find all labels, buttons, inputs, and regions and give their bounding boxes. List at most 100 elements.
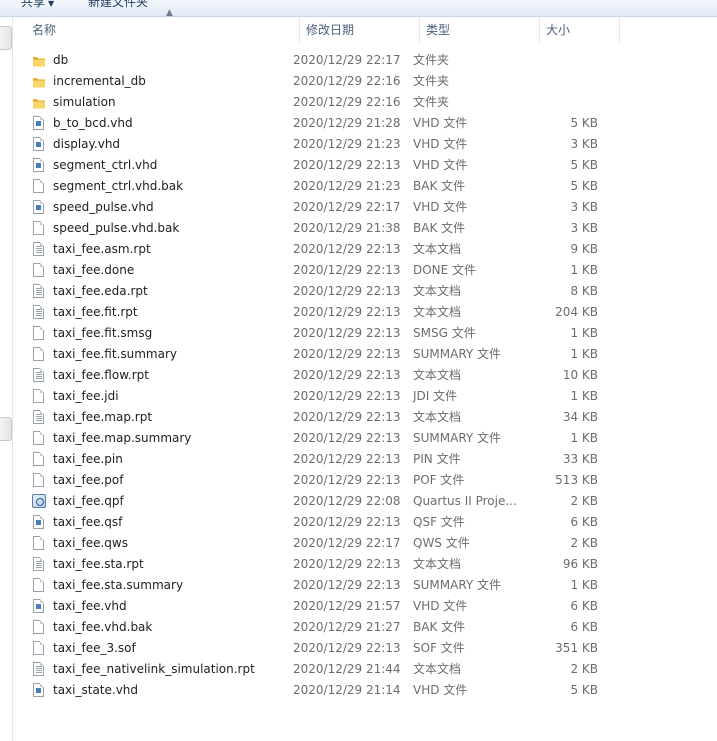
- file-size: 5 KB: [570, 116, 598, 130]
- nav-pane-scroll-handle[interactable]: [0, 26, 12, 50]
- file-row[interactable]: taxi_fee.vhd.bak 2020/12/29 21:27 BAK 文件 6 …: [28, 617, 608, 638]
- vhd-file-icon: [32, 116, 46, 132]
- column-header-size[interactable]: 大小: [540, 17, 620, 44]
- file-row[interactable]: taxi_fee.qsf 2020/12/29 22:13 QSF 文件 6 KB: [28, 512, 608, 533]
- file-name: incremental_db: [53, 74, 146, 88]
- file-row[interactable]: b_to_bcd.vhd 2020/12/29 21:28 VHD 文件 5 KB: [28, 113, 608, 134]
- file-modified-date: 2020/12/29 21:27: [293, 620, 401, 634]
- file-name: taxi_fee.fit.rpt: [53, 305, 138, 319]
- file-row[interactable]: taxi_state.vhd 2020/12/29 21:14 VHD 文件 5 KB: [28, 680, 608, 701]
- file-row[interactable]: taxi_fee.qpf 2020/12/29 22:08 Quartus II P…: [28, 491, 608, 512]
- file-size: 1 KB: [570, 389, 598, 403]
- text-file-icon: [32, 368, 46, 384]
- file-icon: [32, 347, 46, 363]
- file-row[interactable]: taxi_fee_3.sof 2020/12/29 22:13 SOF 文件 351 …: [28, 638, 608, 659]
- file-modified-date: 2020/12/29 21:57: [293, 599, 401, 613]
- column-header-type[interactable]: 类型: [420, 17, 540, 44]
- folder-icon: [32, 95, 46, 111]
- file-row[interactable]: taxi_fee.map.rpt 2020/12/29 22:13 文本文档 34 K…: [28, 407, 608, 428]
- folder-icon: [32, 53, 46, 69]
- quartus-project-icon: [32, 494, 46, 510]
- vhd-file-icon: [32, 158, 46, 174]
- file-type: BAK 文件: [413, 620, 466, 634]
- file-row[interactable]: taxi_fee.eda.rpt 2020/12/29 22:13 文本文档 8 KB: [28, 281, 608, 302]
- file-row[interactable]: segment_ctrl.vhd 2020/12/29 22:13 VHD 文件 5 …: [28, 155, 608, 176]
- file-type: QWS 文件: [413, 536, 470, 550]
- command-bar: 共享 ▼ 新建文件夹: [0, 0, 717, 17]
- file-size: 8 KB: [570, 284, 598, 298]
- file-type: JDI 文件: [413, 389, 458, 403]
- file-row[interactable]: taxi_fee.pof 2020/12/29 22:13 POF 文件 513 KB: [28, 470, 608, 491]
- file-size: 351 KB: [555, 641, 598, 655]
- vhd-file-icon: [32, 683, 46, 699]
- file-size: 204 KB: [555, 305, 598, 319]
- file-type: SUMMARY 文件: [413, 431, 502, 445]
- nav-pane-collapse-handle[interactable]: [0, 417, 12, 441]
- column-header-date[interactable]: 修改日期: [300, 17, 420, 44]
- file-row[interactable]: speed_pulse.vhd 2020/12/29 22:17 VHD 文件 3 K…: [28, 197, 608, 218]
- file-type: VHD 文件: [413, 158, 468, 172]
- text-file-icon: [32, 284, 46, 300]
- file-name: taxi_fee.map.rpt: [53, 410, 153, 424]
- file-modified-date: 2020/12/29 22:13: [293, 641, 401, 655]
- file-size: 513 KB: [555, 473, 598, 487]
- file-row[interactable]: taxi_fee.sta.rpt 2020/12/29 22:13 文本文档 96 K…: [28, 554, 608, 575]
- file-name: speed_pulse.vhd: [53, 200, 154, 214]
- folder-row[interactable]: simulation 2020/12/29 22:16 文件夹: [28, 92, 608, 113]
- file-size: 9 KB: [570, 242, 598, 256]
- file-row[interactable]: taxi_fee.asm.rpt 2020/12/29 22:13 文本文档 9 KB: [28, 239, 608, 260]
- file-row[interactable]: taxi_fee.flow.rpt 2020/12/29 22:13 文本文档 10 …: [28, 365, 608, 386]
- file-name: taxi_fee.qpf: [53, 494, 124, 508]
- file-name: taxi_fee.fit.smsg: [53, 326, 153, 340]
- file-row[interactable]: taxi_fee.jdi 2020/12/29 22:13 JDI 文件 1 KB: [28, 386, 608, 407]
- file-row[interactable]: taxi_fee.fit.summary 2020/12/29 22:13 SUMM…: [28, 344, 608, 365]
- file-type: 文件夹: [413, 74, 450, 88]
- file-name: segment_ctrl.vhd.bak: [53, 179, 184, 193]
- navigation-pane[interactable]: [0, 17, 13, 741]
- file-row[interactable]: display.vhd 2020/12/29 21:23 VHD 文件 3 KB: [28, 134, 608, 155]
- file-row[interactable]: segment_ctrl.vhd.bak 2020/12/29 21:23 BAK …: [28, 176, 608, 197]
- file-type: 文本文档: [413, 305, 462, 319]
- file-row[interactable]: taxi_fee.done 2020/12/29 22:13 DONE 文件 1 KB: [28, 260, 608, 281]
- file-size: 6 KB: [570, 599, 598, 613]
- file-row[interactable]: taxi_fee.qws 2020/12/29 22:17 QWS 文件 2 KB: [28, 533, 608, 554]
- file-row[interactable]: speed_pulse.vhd.bak 2020/12/29 21:38 BAK 文…: [28, 218, 608, 239]
- file-row[interactable]: taxi_fee.vhd 2020/12/29 21:57 VHD 文件 6 KB: [28, 596, 608, 617]
- file-name: taxi_fee_nativelink_simulation.rpt: [53, 662, 255, 676]
- file-icon: [32, 326, 46, 342]
- file-name: taxi_fee.pin: [53, 452, 123, 466]
- new-folder-button[interactable]: 新建文件夹: [88, 0, 148, 10]
- file-size: 96 KB: [562, 557, 598, 571]
- file-type: 文本文档: [413, 662, 462, 676]
- file-modified-date: 2020/12/29 22:13: [293, 452, 401, 466]
- text-file-icon: [32, 662, 46, 678]
- share-button[interactable]: 共享 ▼: [21, 0, 54, 10]
- file-type: 文本文档: [413, 410, 462, 424]
- file-name: taxi_state.vhd: [53, 683, 139, 697]
- share-label: 共享: [21, 0, 46, 9]
- file-row[interactable]: taxi_fee.sta.summary 2020/12/29 22:13 SUMM…: [28, 575, 608, 596]
- file-icon: [32, 179, 46, 195]
- file-size: 1 KB: [570, 431, 598, 445]
- file-size: 3 KB: [570, 200, 598, 214]
- file-name: segment_ctrl.vhd: [53, 158, 158, 172]
- file-row[interactable]: taxi_fee_nativelink_simulation.rpt 2020/1…: [28, 659, 608, 680]
- file-modified-date: 2020/12/29 22:13: [293, 410, 401, 424]
- file-size: 2 KB: [570, 662, 598, 676]
- file-name: taxi_fee.sta.summary: [53, 578, 184, 592]
- file-name: display.vhd: [53, 137, 121, 151]
- file-row[interactable]: taxi_fee.fit.smsg 2020/12/29 22:13 SMSG 文件…: [28, 323, 608, 344]
- file-type: DONE 文件: [413, 263, 477, 277]
- vhd-file-icon: [32, 515, 46, 531]
- file-icon: [32, 536, 46, 552]
- file-row[interactable]: taxi_fee.fit.rpt 2020/12/29 22:13 文本文档 204 …: [28, 302, 608, 323]
- folder-row[interactable]: db 2020/12/29 22:17 文件夹: [28, 50, 608, 71]
- file-type: VHD 文件: [413, 683, 468, 697]
- folder-row[interactable]: incremental_db 2020/12/29 22:16 文件夹: [28, 71, 608, 92]
- file-row[interactable]: taxi_fee.pin 2020/12/29 22:13 PIN 文件 33 KB: [28, 449, 608, 470]
- file-type: VHD 文件: [413, 116, 468, 130]
- file-row[interactable]: taxi_fee.map.summary 2020/12/29 22:13 SUMM…: [28, 428, 608, 449]
- file-icon: [32, 578, 46, 594]
- file-size: 5 KB: [570, 179, 598, 193]
- column-header-name[interactable]: 名称: [26, 17, 300, 44]
